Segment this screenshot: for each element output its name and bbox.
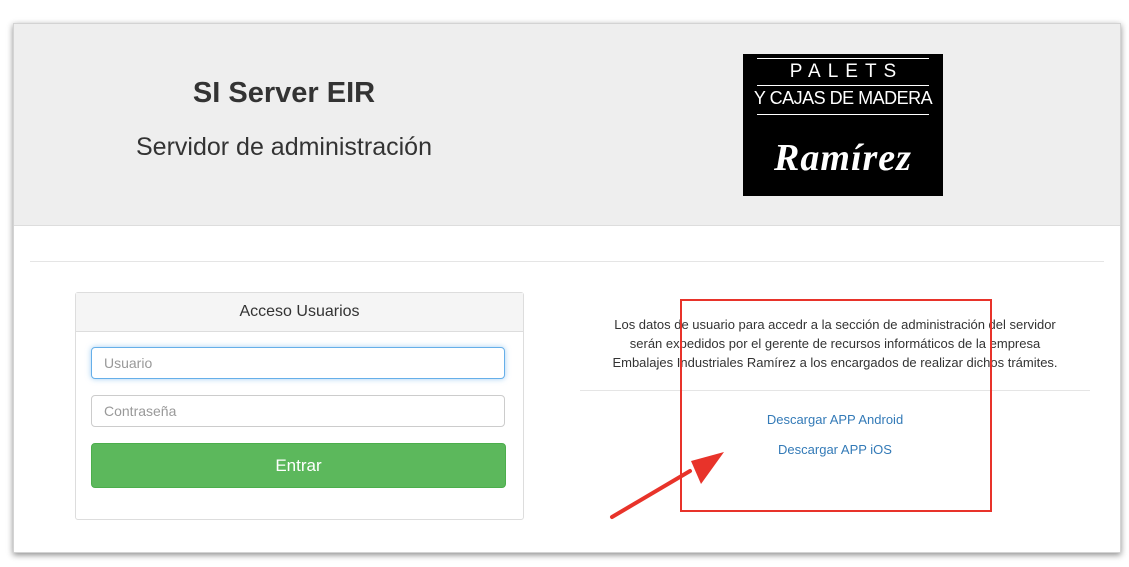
company-logo: PALETS Y CAJAS DE MADERA Ramírez <box>743 54 943 196</box>
logo-rule-lower <box>757 114 929 115</box>
site-subtitle: Servidor de administración <box>136 133 432 161</box>
login-submit-button[interactable]: Entrar <box>91 443 506 488</box>
logo-rule-middle <box>757 85 929 86</box>
login-page-window: SI Server EIR Servidor de administración… <box>13 23 1121 553</box>
logo-brand-name: Ramírez <box>774 137 912 179</box>
login-panel: Acceso Usuarios Entrar <box>75 292 524 520</box>
logo-line-cajas: Y CAJAS DE MADERA <box>753 88 933 108</box>
login-panel-heading: Acceso Usuarios <box>76 293 523 332</box>
logo-rule-top <box>757 58 929 59</box>
info-line: Embalajes Industriales Ramírez a los enc… <box>612 355 1058 370</box>
username-input[interactable] <box>91 347 505 379</box>
download-android-link[interactable]: Descargar APP Android <box>580 412 1090 427</box>
download-ios-link[interactable]: Descargar APP iOS <box>580 442 1090 457</box>
section-divider <box>30 261 1104 262</box>
page-header: SI Server EIR Servidor de administración… <box>14 24 1120 226</box>
logo-line-palets: PALETS <box>789 61 904 82</box>
info-line: serán expedidos por el gerente de recurs… <box>629 336 1041 351</box>
info-line: Los datos de usuario para accedr a la se… <box>614 317 1056 332</box>
site-title: SI Server EIR <box>192 77 376 109</box>
access-info-text: Los datos de usuario para accedr a la se… <box>580 315 1090 372</box>
password-input[interactable] <box>91 395 505 427</box>
info-divider <box>580 390 1090 391</box>
